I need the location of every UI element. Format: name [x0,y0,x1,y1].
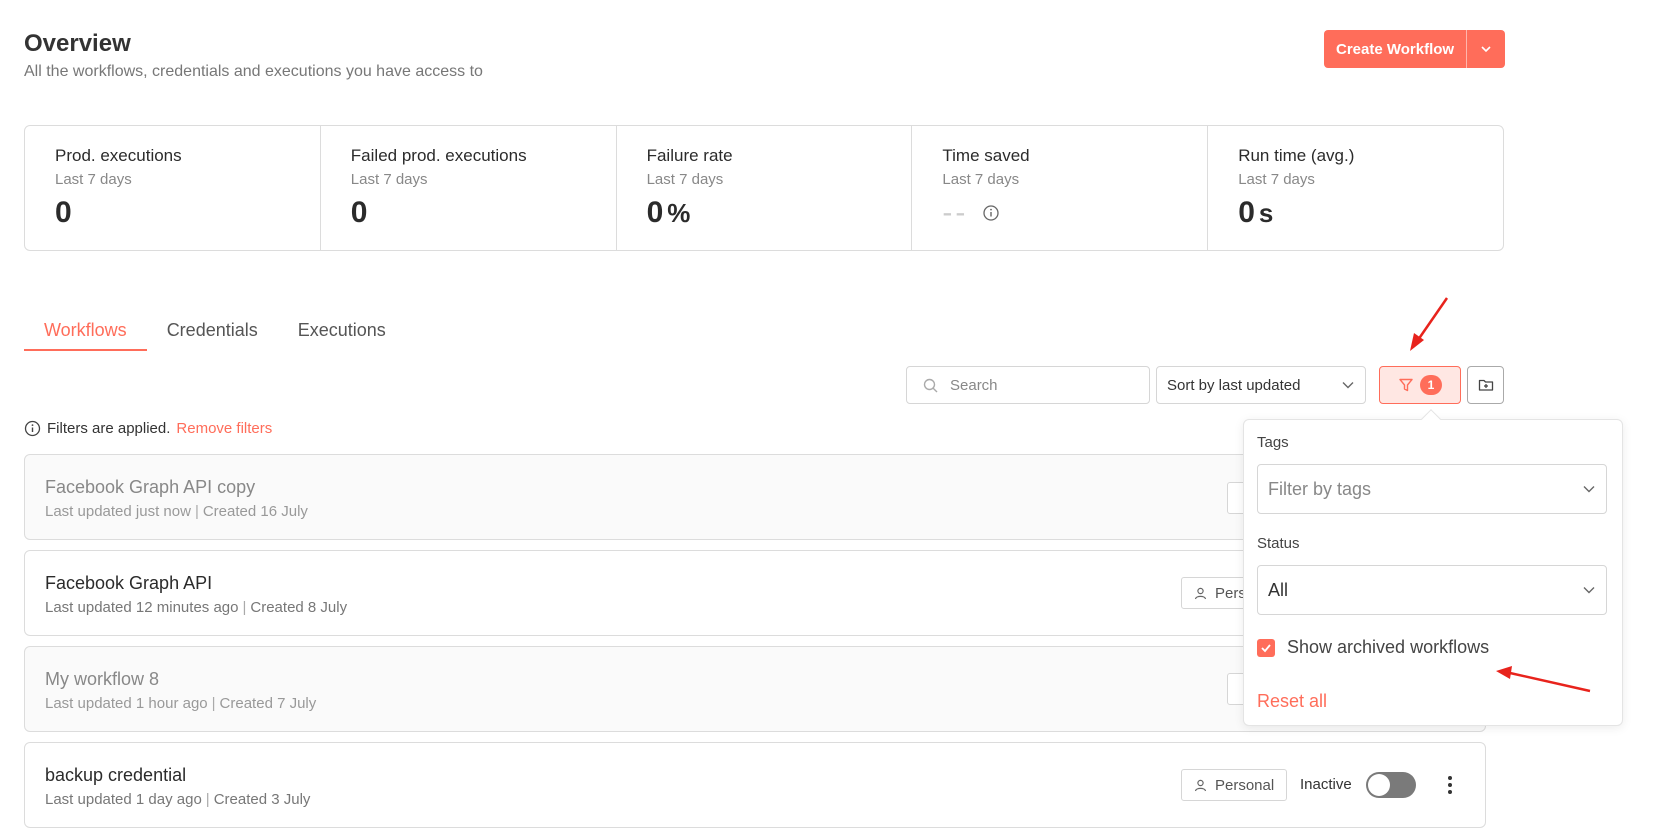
chevron-down-icon [1481,46,1491,53]
notice-text: Filters are applied. [47,420,171,437]
workflow-row[interactable]: backup credential Last updated 1 day ago… [24,742,1486,828]
stat-number: 0 [350,196,368,229]
tab-workflows[interactable]: Workflows [24,310,147,351]
toggle-knob [1368,774,1390,796]
tags-select[interactable]: Filter by tags [1257,464,1607,514]
stats-panel: Prod. executions Last 7 days 0 Failed pr… [24,125,1504,251]
stat-value: 0 [55,196,320,230]
stat-number: -- [942,196,969,229]
folder-plus-icon [1478,379,1493,391]
stat-period: Last 7 days [1238,171,1315,188]
active-toggle[interactable] [1366,772,1416,798]
show-archived-label: Show archived workflows [1287,637,1490,657]
workflow-created: Created 3 July [213,791,311,808]
workflow-status: Inactive [1300,776,1352,793]
workflow-created: Created 7 July [219,695,317,712]
stat-title: Failure rate [646,146,733,165]
stat-title: Time saved [942,146,1030,165]
stat-title: Run time (avg.) [1238,146,1355,165]
info-icon[interactable] [982,204,1000,222]
stat-prod-executions: Prod. executions Last 7 days 0 [25,126,321,250]
stat-period: Last 7 days [55,171,132,188]
remove-filters-link[interactable]: Remove filters [176,420,272,437]
stat-title: Prod. executions [55,146,182,165]
status-select[interactable]: All [1257,565,1607,615]
stat-unit: % [667,197,691,228]
tags-placeholder: Filter by tags [1268,478,1372,499]
search-icon [923,378,938,392]
create-workflow-split-button: Create Workflow [1324,30,1506,68]
stat-value: 0s [1238,196,1503,230]
popover-caret [1421,409,1441,429]
show-archived-checkbox[interactable]: Show archived workflows [1257,637,1489,658]
stat-period: Last 7 days [350,171,428,188]
reset-all-link[interactable]: Reset all [1257,691,1327,712]
workflow-updated: Last updated 1 hour ago [45,695,208,712]
search-input[interactable] [950,376,1130,394]
create-workflow-button[interactable]: Create Workflow [1324,30,1468,68]
checkbox-checked [1257,638,1275,657]
stat-value: 0 [351,196,616,230]
stat-number: 0 [55,196,72,229]
workflow-updated: Last updated 12 minutes ago [45,599,239,616]
stat-period: Last 7 days [646,171,724,188]
info-icon [24,420,41,437]
filters-notice: Filters are applied. Remove filters [24,420,272,437]
workflow-created: Created 16 July [202,503,308,520]
annotation-arrow [1410,297,1449,351]
sort-value: Sort by last updated [1167,376,1301,394]
workflow-updated: Last updated just now [45,503,191,520]
chevron-down-icon [1583,587,1595,594]
workflow-updated: Last updated 1 day ago [45,791,202,808]
stat-value: -- [942,196,1207,230]
status-label: Status [1257,535,1300,552]
chevron-down-icon [1342,382,1354,389]
tags-label: Tags [1257,434,1289,451]
row-menu-button[interactable] [1443,772,1457,798]
tab-bar: Workflows Credentials Executions [24,310,406,351]
stat-title: Failed prod. executions [350,146,527,165]
stat-number: 0 [646,196,664,229]
stat-failure-rate: Failure rate Last 7 days 0% [617,126,913,250]
owner-label: Pers [1215,584,1246,602]
check-icon [1261,643,1271,652]
stat-time-saved: Time saved Last 7 days -- [912,126,1209,250]
tab-executions[interactable]: Executions [278,310,406,351]
stat-value: 0% [647,196,912,230]
create-options-button[interactable] [1467,30,1505,68]
filter-button[interactable]: 1 [1379,366,1461,404]
filter-panel: Tags Filter by tags Status All Show arch… [1243,409,1623,726]
status-value: All [1268,579,1289,600]
owner-label: Personal [1215,776,1275,794]
sort-select[interactable]: Sort by last updated [1156,366,1366,404]
filter-icon [1399,378,1413,392]
stat-unit: s [1258,197,1274,228]
filter-count-badge: 1 [1420,375,1442,395]
user-icon [1194,587,1207,599]
chevron-down-icon [1583,486,1595,493]
page-subtitle: All the workflows, credentials and execu… [24,63,483,80]
stat-run-time: Run time (avg.) Last 7 days 0s [1208,126,1503,250]
user-icon [1194,779,1207,791]
new-folder-button[interactable] [1467,366,1504,404]
search-box [906,366,1150,404]
stat-failed-executions: Failed prod. executions Last 7 days 0 [321,126,617,250]
stat-number: 0 [1238,196,1255,229]
owner-badge: Personal [1181,769,1288,801]
stat-period: Last 7 days [942,171,1020,188]
workflow-created: Created 8 July [250,599,348,616]
page-title: Overview [24,30,131,57]
tab-credentials[interactable]: Credentials [147,310,278,351]
